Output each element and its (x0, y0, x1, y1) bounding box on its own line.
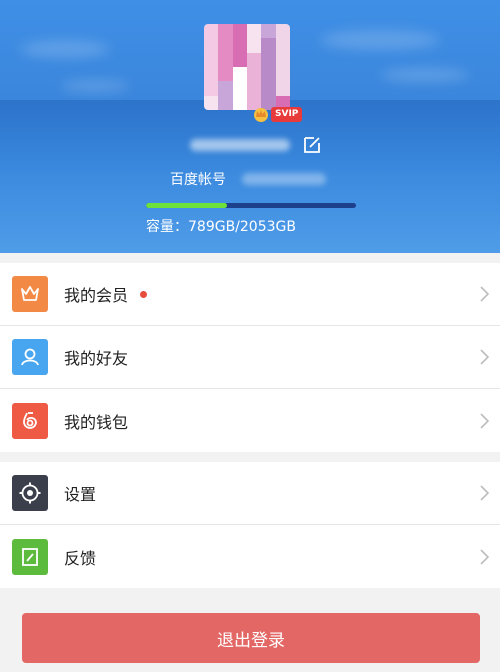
avatar-mosaic-tile (218, 66, 233, 82)
menu-item-feedback[interactable]: 反馈 (0, 525, 500, 588)
new-indicator-dot (140, 290, 148, 298)
menu-group-secondary: 设置 反馈 (0, 462, 500, 588)
avatar-mosaic-tile (232, 95, 247, 110)
avatar-mosaic-tile (261, 81, 276, 96)
svip-text: SVIP (271, 106, 303, 122)
sky-cloud (20, 40, 110, 58)
menu-item-label: 我的好友 (64, 349, 129, 368)
avatar-mosaic-tile (246, 52, 262, 67)
chevron-right-icon (480, 286, 490, 302)
crown-icon (254, 108, 268, 122)
menu-item-label: 我的会员 (64, 286, 129, 305)
menu-item-wallet[interactable]: 我的钱包 (0, 389, 500, 452)
gear-icon (12, 475, 48, 511)
avatar-mosaic-tile (275, 52, 290, 67)
avatar-mosaic-tile (261, 66, 276, 82)
avatar-mosaic-tile (232, 52, 247, 67)
avatar-mosaic-tile (218, 81, 233, 96)
avatar-mosaic-tile (275, 38, 290, 53)
sky-cloud (320, 30, 440, 50)
edit-icon[interactable] (302, 135, 322, 155)
avatar-mosaic-tile (275, 24, 290, 39)
storage-progress-fill (146, 203, 227, 208)
menu-item-settings[interactable]: 设置 (0, 462, 500, 525)
username-row (190, 134, 322, 156)
chevron-right-icon (480, 485, 490, 501)
storage-progress-bar (146, 203, 356, 208)
person-icon (12, 339, 48, 375)
avatar-mosaic-tile (246, 38, 262, 53)
logout-button[interactable]: 退出登录 (22, 613, 480, 663)
avatar-mosaic-tile (232, 66, 247, 82)
avatar-mosaic-tile (218, 95, 233, 110)
avatar-mosaic-tile (204, 66, 219, 82)
sky-cloud (380, 68, 470, 82)
menu-item-label: 反馈 (64, 548, 97, 568)
avatar-mosaic-tile (204, 52, 219, 67)
account-row: 百度帐号 (170, 168, 326, 190)
menu-group-primary: 我的会员 我的好友 我的钱包 (0, 263, 500, 452)
crown-icon (12, 276, 48, 312)
avatar-mosaic-tile (261, 24, 276, 39)
avatar-mosaic-tile (232, 24, 247, 39)
wallet-icon (12, 402, 48, 439)
menu-item-friends[interactable]: 我的好友 (0, 326, 500, 389)
avatar-mosaic-tile (275, 81, 290, 96)
account-id-redacted (242, 173, 326, 185)
menu-item-label: 我的钱包 (64, 412, 129, 432)
profile-header: SVIP 百度帐号 容量：789GB/2053GB (0, 0, 500, 253)
avatar-mosaic-tile (232, 38, 247, 53)
menu-item-label: 设置 (64, 485, 97, 504)
avatar[interactable] (204, 24, 290, 110)
svip-badge: SVIP (252, 104, 303, 124)
avatar-mosaic-tile (204, 24, 219, 39)
avatar-mosaic-tile (218, 38, 233, 53)
avatar-mosaic-tile (261, 38, 276, 53)
chevron-right-icon (480, 412, 490, 429)
avatar-mosaic-tile (204, 95, 219, 110)
avatar-mosaic-tile (246, 81, 262, 96)
avatar-mosaic-tile (218, 52, 233, 67)
feedback-icon (12, 538, 48, 575)
avatar-mosaic-tile (218, 24, 233, 39)
avatar-mosaic-tile (275, 66, 290, 82)
avatar-mosaic-tile (204, 81, 219, 96)
menu-item-membership[interactable]: 我的会员 (0, 263, 500, 326)
storage-capacity-text: 容量：789GB/2053GB (146, 219, 296, 235)
chevron-right-icon (480, 548, 490, 565)
avatar-mosaic-tile (232, 81, 247, 96)
avatar-mosaic-tile (246, 24, 262, 39)
username-redacted (190, 139, 290, 151)
sky-cloud (60, 80, 130, 92)
account-label: 百度帐号 (170, 172, 226, 188)
chevron-right-icon (480, 349, 490, 365)
avatar-mosaic-tile (204, 38, 219, 53)
avatar-mosaic-tile (261, 52, 276, 67)
avatar-mosaic-tile (246, 66, 262, 82)
